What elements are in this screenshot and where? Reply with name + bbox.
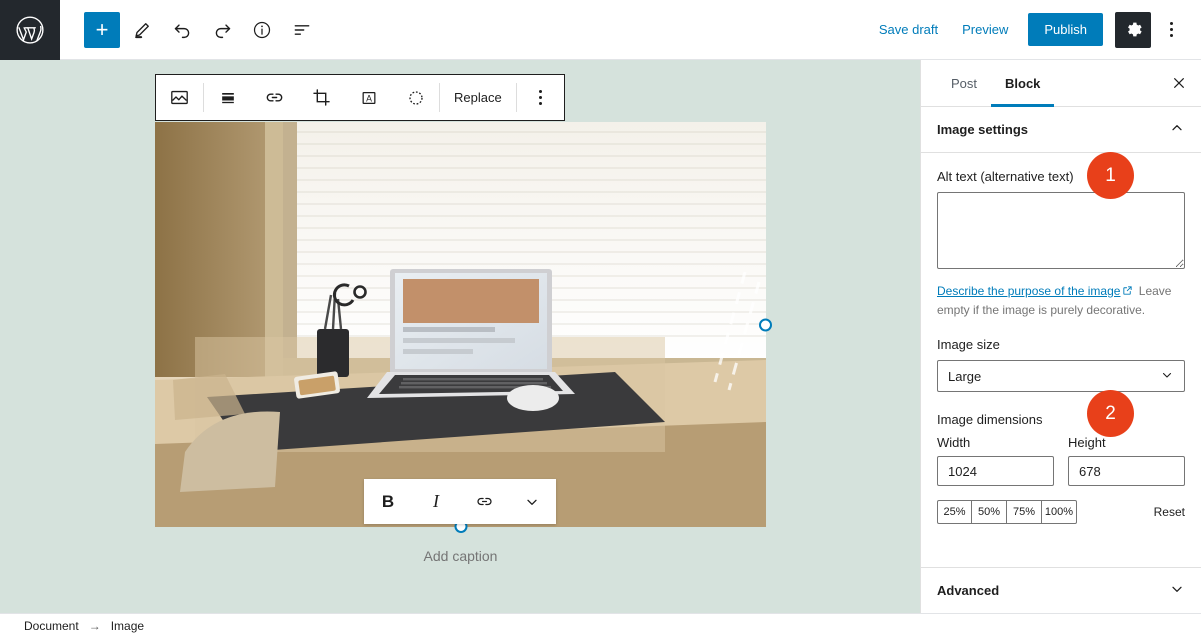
crop-icon[interactable]: [298, 75, 345, 120]
scale-100-button[interactable]: 100%: [1042, 500, 1077, 524]
breadcrumb-item-document[interactable]: Document: [24, 619, 79, 633]
advanced-section-header[interactable]: Advanced: [921, 567, 1201, 613]
preview-button[interactable]: Preview: [950, 14, 1020, 45]
image-block-toolbar: A Replace: [155, 74, 565, 121]
height-field-group: Height: [1068, 435, 1185, 486]
scale-25-button[interactable]: 25%: [937, 500, 972, 524]
scale-button-group: 25% 50% 75% 100%: [937, 500, 1077, 524]
more-options-icon[interactable]: [1155, 12, 1187, 48]
chevron-down-icon: [1160, 368, 1174, 385]
block-more-options-icon[interactable]: [517, 75, 564, 120]
link-icon[interactable]: [251, 75, 298, 120]
scale-row: 25% 50% 75% 100% Reset: [937, 500, 1185, 524]
image-size-select-wrap: Large: [937, 360, 1185, 392]
wordpress-block-editor: + Save draft Preview Publish A Replace B…: [0, 0, 1201, 638]
reset-button[interactable]: Reset: [1154, 505, 1185, 519]
image-size-select[interactable]: Large: [937, 360, 1185, 392]
settings-sidebar: Post Block Image settings Alt text (alte…: [920, 60, 1201, 613]
sidebar-tabs: Post Block: [921, 60, 1201, 107]
image-settings-body: Alt text (alternative text) Describe the…: [921, 153, 1201, 540]
external-link-icon: [1122, 283, 1133, 301]
alt-text-input[interactable]: [937, 192, 1185, 269]
describe-purpose-link[interactable]: Describe the purpose of the image: [937, 284, 1120, 298]
image-block[interactable]: [155, 122, 772, 533]
editor-top-bar: + Save draft Preview Publish: [0, 0, 1201, 60]
edit-tool[interactable]: [124, 12, 160, 48]
scale-75-button[interactable]: 75%: [1007, 500, 1042, 524]
link-icon[interactable]: [460, 479, 508, 524]
top-bar-right-actions: Save draft Preview Publish: [867, 11, 1201, 48]
list-view-button[interactable]: [284, 12, 320, 48]
advanced-title: Advanced: [937, 583, 1000, 598]
tab-block[interactable]: Block: [991, 60, 1055, 107]
chevron-down-icon[interactable]: [1169, 581, 1185, 600]
image-size-value: Large: [948, 368, 982, 384]
undo-button[interactable]: [164, 12, 200, 48]
caption-format-toolbar: B I: [364, 479, 556, 524]
align-icon[interactable]: [204, 75, 251, 120]
chevron-down-icon[interactable]: [508, 479, 556, 524]
close-icon[interactable]: [1157, 60, 1201, 106]
add-block-button[interactable]: +: [84, 11, 120, 48]
alt-text-label: Alt text (alternative text): [937, 169, 1074, 184]
vertical-ellipsis-icon: [538, 90, 542, 105]
caption-placeholder[interactable]: Add caption: [155, 548, 766, 564]
details-button[interactable]: [244, 12, 280, 48]
image-tools-group: A: [204, 75, 439, 120]
width-label: Width: [937, 435, 971, 450]
italic-button[interactable]: I: [412, 479, 460, 524]
chevron-up-icon[interactable]: [1169, 120, 1185, 139]
dashed-circle-icon[interactable]: [392, 75, 439, 120]
add-text-icon[interactable]: A: [345, 75, 392, 120]
redo-button[interactable]: [204, 12, 240, 48]
image-resize-handle-right[interactable]: [759, 318, 772, 331]
breadcrumb-item-image[interactable]: Image: [111, 619, 144, 633]
publish-button[interactable]: Publish: [1028, 13, 1103, 46]
scale-50-button[interactable]: 50%: [972, 500, 1007, 524]
image-block-icon[interactable]: [156, 75, 203, 120]
vertical-ellipsis-icon: [1169, 22, 1173, 37]
image-settings-section-header[interactable]: Image settings: [921, 107, 1201, 153]
bold-button[interactable]: B: [364, 479, 412, 524]
svg-text:A: A: [366, 93, 372, 103]
annotation-badge-1: 1: [1087, 152, 1134, 199]
annotation-badge-2: 2: [1087, 390, 1134, 437]
desk-photo: [155, 122, 766, 527]
height-input[interactable]: [1068, 456, 1185, 486]
tab-post[interactable]: Post: [937, 60, 991, 106]
image-dimensions-label: Image dimensions: [937, 412, 1043, 427]
alt-text-help: Describe the purpose of the image Leave …: [937, 282, 1185, 319]
dimensions-row: Width Height: [937, 435, 1185, 486]
wordpress-logo-icon[interactable]: [0, 0, 60, 60]
block-type-group: [156, 75, 203, 120]
breadcrumb: Document → Image: [0, 613, 1201, 638]
top-bar-left-tools: +: [60, 11, 320, 48]
image-settings-title: Image settings: [937, 122, 1029, 137]
replace-button[interactable]: Replace: [440, 75, 516, 120]
add-block-label: +: [95, 16, 109, 42]
width-field-group: Width: [937, 435, 1054, 486]
width-input[interactable]: [937, 456, 1054, 486]
breadcrumb-separator: →: [88, 619, 101, 633]
image-size-label: Image size: [937, 337, 1000, 352]
save-draft-button[interactable]: Save draft: [867, 14, 950, 45]
editor-canvas: A Replace B I Add caption: [0, 60, 920, 613]
gear-icon[interactable]: [1115, 11, 1151, 48]
height-label: Height: [1068, 435, 1106, 450]
